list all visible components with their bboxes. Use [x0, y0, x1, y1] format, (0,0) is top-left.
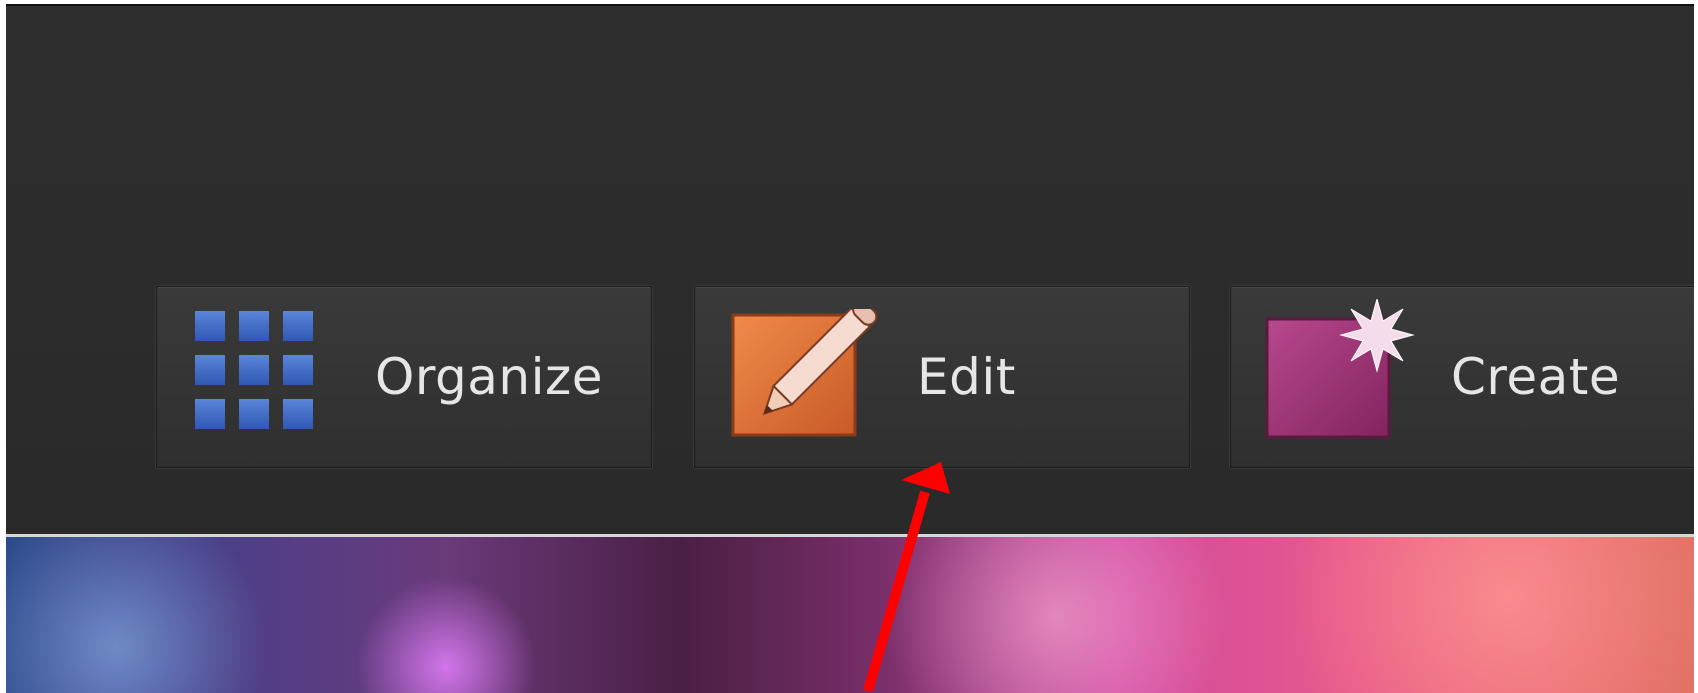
organize-grid-icon — [195, 311, 315, 433]
background-banner-image — [6, 537, 1694, 693]
edit-pencil-icon — [731, 300, 881, 443]
create-button[interactable]: Create — [1230, 286, 1694, 468]
create-star-icon — [1265, 297, 1415, 443]
mode-toolbar: Organize Edit Create — [6, 6, 1694, 534]
edit-button[interactable]: Edit — [694, 286, 1190, 468]
app-window: Organize Edit Create — [6, 4, 1694, 693]
edit-label: Edit — [917, 348, 1016, 406]
create-label: Create — [1451, 348, 1621, 406]
organize-button[interactable]: Organize — [156, 286, 652, 468]
organize-label: Organize — [375, 348, 603, 406]
